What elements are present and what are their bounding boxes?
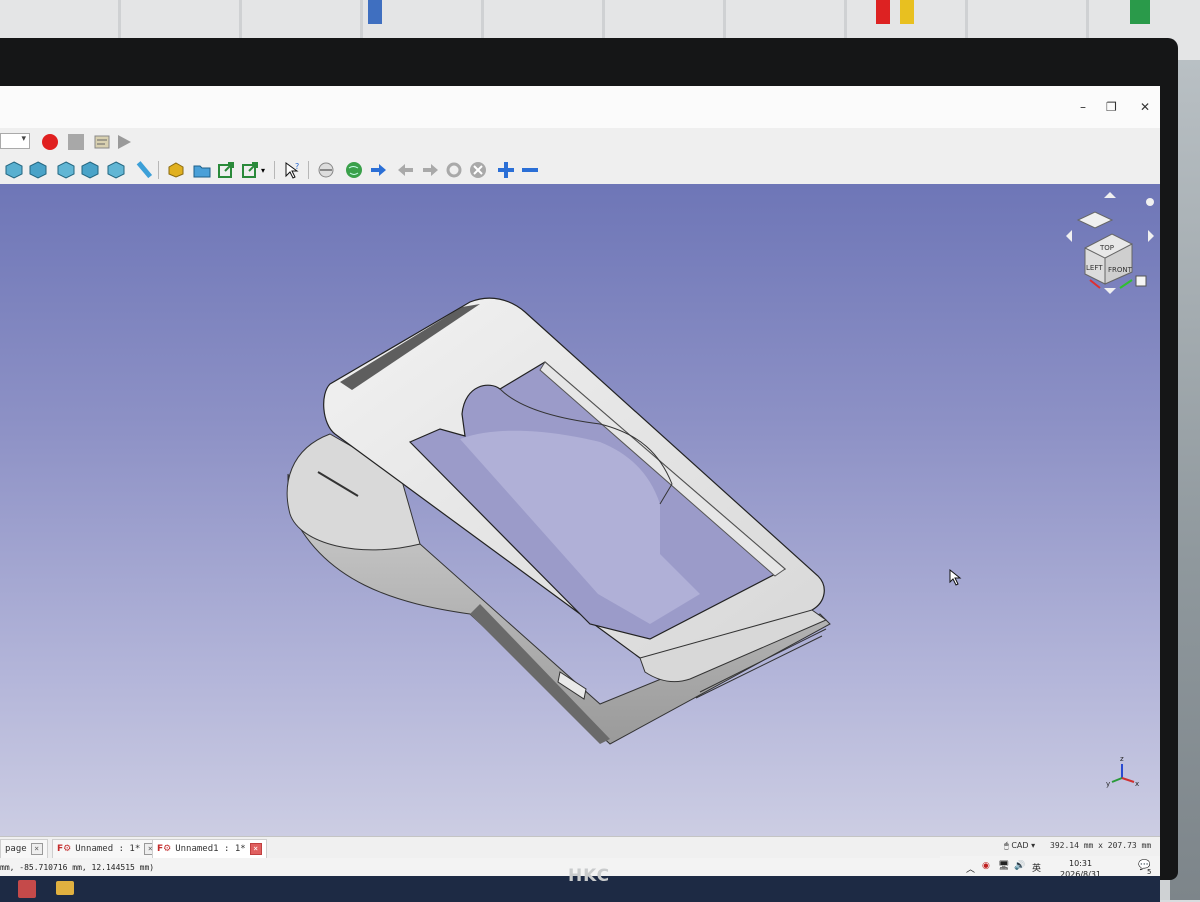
navcube-menu-icon[interactable]	[1146, 198, 1154, 206]
restore-button[interactable]: ❐	[1106, 100, 1117, 114]
play-icon	[118, 135, 131, 149]
tab-close-icon[interactable]: ×	[249, 843, 262, 855]
workbench-combo[interactable]: ▾	[0, 133, 30, 149]
forward-arrow-icon	[371, 164, 386, 176]
zoom-out-icon	[522, 168, 538, 172]
zoom-in-icon	[498, 162, 514, 178]
navcube-left-label: LEFT	[1086, 264, 1103, 272]
navigation-style-label: CAD	[1011, 841, 1029, 850]
navcube-front-label: FRONT	[1108, 266, 1133, 274]
share-icon	[242, 162, 258, 178]
refresh-button[interactable]	[444, 160, 464, 180]
svg-text:y: y	[1106, 780, 1110, 788]
view-rear-icon	[107, 161, 125, 179]
record-icon	[42, 134, 58, 150]
stop-macro-button[interactable]	[66, 132, 86, 152]
navcube-rotate-right-icon[interactable]	[1148, 230, 1154, 242]
zoom-in-button[interactable]	[496, 160, 516, 180]
measure-button[interactable]	[134, 160, 154, 180]
macro-toolbar: ▾	[0, 128, 1160, 157]
navcube-up-icon[interactable]	[1104, 192, 1116, 198]
web-button[interactable]	[344, 160, 364, 180]
part-icon	[168, 162, 184, 178]
mouse-cursor	[949, 568, 962, 586]
view-right-icon	[81, 161, 99, 179]
nav-forward-button[interactable]	[420, 160, 440, 180]
tab-start-page[interactable]: page ×	[0, 839, 48, 858]
tab-close-icon[interactable]: ×	[30, 843, 43, 855]
part-button[interactable]	[166, 160, 186, 180]
view-front-icon	[29, 161, 47, 179]
zoom-out-button[interactable]	[520, 160, 540, 180]
group-button[interactable]	[192, 160, 212, 180]
draw-style-button[interactable]	[316, 160, 336, 180]
stop-square-icon	[68, 134, 84, 150]
cad-model-view: TOP LEFT FRONT z y x	[286, 192, 1154, 788]
back-nav-icon	[398, 164, 413, 176]
flag-decoration	[900, 0, 914, 24]
export-icon	[218, 162, 234, 178]
navigation-cube[interactable]: TOP LEFT FRONT	[1066, 192, 1154, 294]
tab-label: Unnamed : 1*	[75, 844, 141, 854]
stop-icon	[470, 162, 486, 178]
title-bar: – ❐ ✕	[0, 86, 1160, 128]
view-top-button[interactable]	[56, 160, 76, 180]
flag-decoration	[368, 0, 382, 24]
flag-decoration	[876, 0, 890, 24]
measure-icon	[136, 161, 153, 179]
share-dropdown[interactable]: ▾	[258, 160, 268, 180]
forward-nav-icon	[423, 164, 438, 176]
svg-text:?: ?	[295, 162, 299, 171]
close-button[interactable]: ✕	[1140, 100, 1150, 114]
axis-cross: z y x	[1106, 755, 1139, 788]
view-iso-button[interactable]	[4, 160, 24, 180]
record-macro-button[interactable]	[40, 132, 60, 152]
view-iso-icon	[5, 161, 23, 179]
navcube-rotate-left-icon[interactable]	[1066, 230, 1072, 242]
tab-label: page	[5, 844, 27, 854]
view-top-icon	[57, 161, 75, 179]
folder-icon	[193, 165, 211, 178]
refresh-icon	[446, 162, 462, 178]
forward-button[interactable]	[368, 160, 388, 180]
view-dimensions: 392.14 mm x 207.73 mm	[1050, 841, 1152, 850]
minimize-button[interactable]: –	[1080, 100, 1086, 114]
stop-loading-button[interactable]	[468, 160, 488, 180]
view-toolbar: ▾ ?	[0, 156, 1160, 185]
view-front-button[interactable]	[28, 160, 48, 180]
monitor-brand-logo: HKC	[567, 866, 611, 886]
view-right-button[interactable]	[80, 160, 100, 180]
draw-style-icon	[318, 162, 334, 178]
monitor-bezel: – ❐ ✕ ▾ ▾ ? TOP LEFT FRONT z y x page × …	[0, 38, 1178, 902]
toolbar-separator	[274, 161, 275, 179]
select-arrow-icon: ?	[285, 162, 299, 179]
navcube-down-icon[interactable]	[1104, 288, 1116, 294]
view-rear-button[interactable]	[106, 160, 126, 180]
export-button[interactable]	[216, 160, 236, 180]
navcube-cube-icon[interactable]	[1135, 275, 1147, 287]
screen: – ❐ ✕ ▾ ▾ ? TOP LEFT FRONT z y x page × …	[0, 86, 1160, 882]
tab-label: Unnamed1 : 1*	[175, 844, 246, 854]
svg-text:x: x	[1135, 780, 1139, 788]
nav-back-button[interactable]	[396, 160, 416, 180]
3d-viewport[interactable]: TOP LEFT FRONT z y x	[0, 184, 1160, 836]
device-shell-model	[286, 297, 831, 745]
run-macro-button[interactable]	[114, 132, 134, 152]
toolbar-separator	[308, 161, 309, 179]
flag-decoration	[1130, 0, 1150, 24]
freecad-logo-icon: F⚙	[57, 844, 72, 854]
svg-text:z: z	[1120, 755, 1124, 763]
navigation-style-selector[interactable]: 🖱 CAD ▾	[1004, 841, 1035, 851]
navcube-top-label: TOP	[1099, 244, 1114, 252]
tab-unnamed1[interactable]: F⚙ Unnamed1 : 1* ×	[152, 839, 267, 858]
share-button[interactable]	[240, 160, 260, 180]
web-globe-icon	[346, 162, 362, 178]
whats-this-button[interactable]: ?	[282, 160, 302, 180]
freecad-logo-icon: F⚙	[157, 844, 172, 854]
edit-macro-icon	[94, 135, 110, 149]
toolbar-separator	[158, 161, 159, 179]
tab-unnamed[interactable]: F⚙ Unnamed : 1* ×	[52, 839, 162, 858]
edit-macro-button[interactable]	[92, 132, 112, 152]
